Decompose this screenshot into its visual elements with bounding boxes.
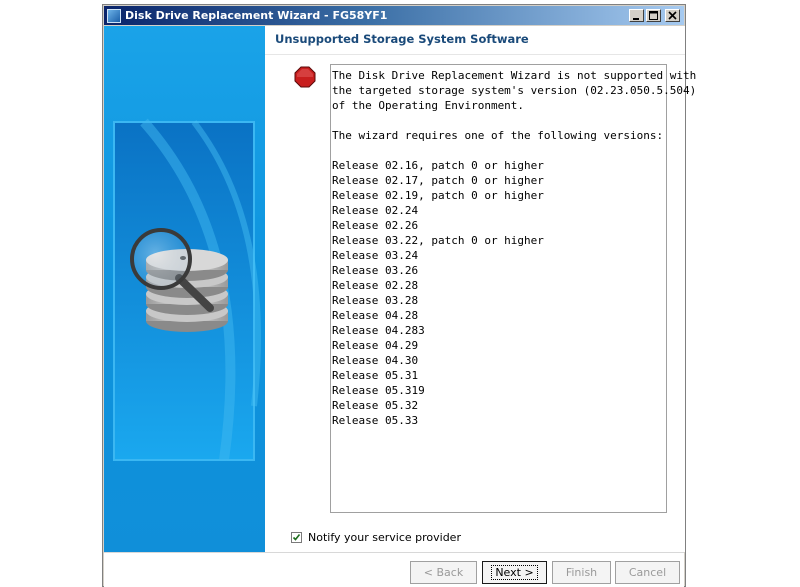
message-line: Release 02.24 <box>332 204 419 217</box>
message-line: The wizard requires one of the following… <box>332 129 664 142</box>
message-line: Release 02.28 <box>332 279 419 292</box>
maximize-icon <box>649 11 658 20</box>
message-line: Release 03.22, patch 0 or higher <box>332 234 544 247</box>
button-bar: < Back Next > Finish Cancel <box>104 552 684 587</box>
message-line: Release 02.17, patch 0 or higher <box>332 174 544 187</box>
cancel-button[interactable]: Cancel <box>615 561 680 584</box>
title-bar[interactable]: Disk Drive Replacement Wizard - FG58YF1 <box>104 6 684 25</box>
page-title: Unsupported Storage System Software <box>275 32 529 46</box>
message-line: Release 03.24 <box>332 249 419 262</box>
next-button[interactable]: Next > <box>482 561 547 584</box>
message-text-area[interactable]: The Disk Drive Replacement Wizard is not… <box>330 64 697 513</box>
message-line: Release 04.29 <box>332 339 419 352</box>
message-line: Release 05.32 <box>332 399 419 412</box>
message-line: Release 02.16, patch 0 or higher <box>332 159 544 172</box>
message-line: Release 05.31 <box>332 369 419 382</box>
notify-checkbox[interactable] <box>291 532 302 543</box>
message-line <box>332 143 666 158</box>
message-line: The Disk Drive Replacement Wizard is not… <box>332 69 697 82</box>
message-line: Release 02.19, patch 0 or higher <box>332 189 544 202</box>
message-line: Release 05.319 <box>332 384 425 397</box>
next-button-label: Next > <box>491 565 538 580</box>
back-button[interactable]: < Back <box>410 561 477 584</box>
stop-icon <box>294 66 316 88</box>
wizard-app-icon <box>107 8 121 23</box>
checkmark-icon <box>292 534 301 541</box>
finish-button[interactable]: Finish <box>552 561 611 584</box>
side-banner <box>104 26 265 552</box>
message-line <box>332 113 666 128</box>
message-line: of the Operating Environment. <box>332 99 525 112</box>
window-title: Disk Drive Replacement Wizard - FG58YF1 <box>125 9 388 22</box>
message-line: Release 04.283 <box>332 324 425 337</box>
maximize-button[interactable] <box>646 9 661 22</box>
message-line: Release 05.33 <box>332 414 419 427</box>
message-line: Release 04.28 <box>332 309 419 322</box>
close-icon <box>668 11 677 20</box>
heading-divider <box>265 54 685 55</box>
minimize-button[interactable] <box>629 9 644 22</box>
close-button[interactable] <box>665 9 680 22</box>
disk-stack-magnifier-icon <box>113 118 261 461</box>
message-line: Release 03.28 <box>332 294 419 307</box>
notify-option[interactable]: Notify your service provider <box>291 531 461 544</box>
message-line: the targeted storage system's version (0… <box>332 84 697 97</box>
message-line: Release 03.26 <box>332 264 419 277</box>
minimize-icon <box>633 18 639 20</box>
message-line: Release 04.30 <box>332 354 419 367</box>
message-line: Release 02.26 <box>332 219 419 232</box>
content-pane: Unsupported Storage System Software The … <box>265 26 697 552</box>
notify-label: Notify your service provider <box>308 531 461 544</box>
wizard-window: Disk Drive Replacement Wizard - FG58YF1 <box>102 4 697 587</box>
